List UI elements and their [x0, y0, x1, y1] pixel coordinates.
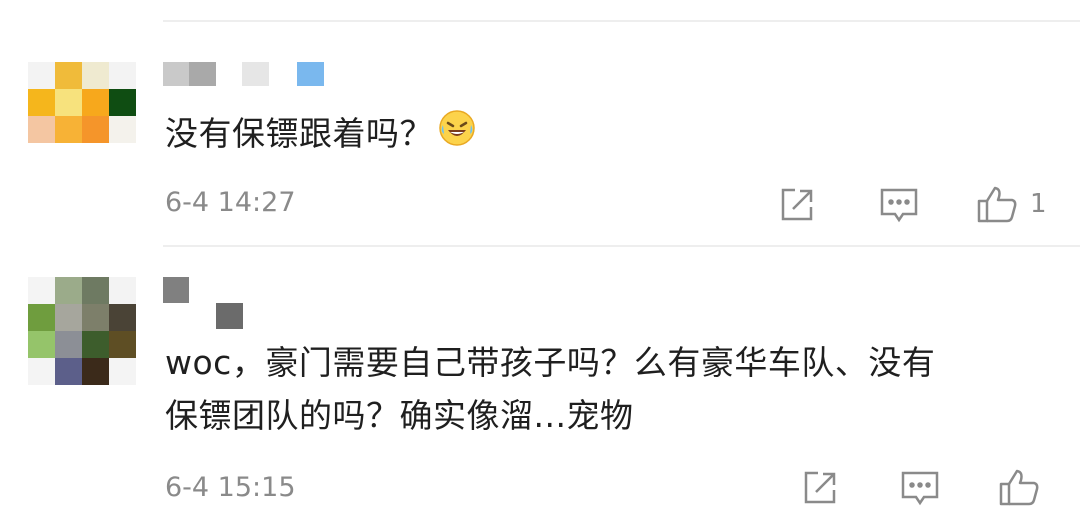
comment-body: 没有保镖跟着吗？ — [165, 114, 433, 153]
blur-block — [163, 277, 189, 303]
share-button[interactable] — [778, 186, 816, 224]
comment-icon — [879, 186, 919, 224]
avatar-pixel — [109, 304, 136, 331]
avatar-pixel — [82, 304, 109, 331]
avatar-pixel — [55, 304, 82, 331]
avatar-pixel — [109, 116, 136, 143]
comment-text: 没有保镖跟着吗？ — [165, 107, 477, 163]
reply-button[interactable] — [879, 186, 919, 224]
avatar-pixel — [109, 358, 136, 385]
comment-body-line-1: woc，豪门需要自己带孩子吗？么有豪华车队、没有 — [165, 343, 936, 382]
like-button[interactable] — [998, 467, 1040, 507]
avatar-pixel — [28, 62, 55, 89]
avatar-pixel — [82, 277, 109, 304]
laughing-crying-emoji-icon — [437, 108, 477, 163]
comment-timestamp: 6-4 15:15 — [165, 472, 296, 503]
avatar-pixel — [55, 89, 82, 116]
avatar-pixel — [82, 358, 109, 385]
avatar-pixel — [55, 116, 82, 143]
share-button[interactable] — [801, 469, 839, 507]
share-icon — [801, 469, 839, 507]
blur-block — [216, 303, 243, 329]
avatar-pixel — [55, 62, 82, 89]
like-count: 1 — [1030, 189, 1047, 219]
comment-body-line-2: 保镖团队的吗？确实像溜...宠物 — [165, 396, 634, 435]
avatar-pixel — [28, 304, 55, 331]
avatar-pixel — [28, 116, 55, 143]
avatar-pixel — [109, 331, 136, 358]
avatar-pixel — [55, 358, 82, 385]
blur-block — [242, 62, 269, 86]
thumbs-up-icon — [998, 467, 1040, 507]
blur-block — [163, 62, 189, 86]
avatar-pixel — [28, 89, 55, 116]
avatar-pixel — [28, 358, 55, 385]
blur-block — [297, 62, 324, 86]
like-button[interactable]: 1 — [976, 184, 1047, 224]
avatar[interactable] — [28, 277, 136, 385]
avatar-pixel — [82, 331, 109, 358]
thumbs-up-icon — [976, 184, 1018, 224]
comment-text: woc，豪门需要自己带孩子吗？么有豪华车队、没有 保镖团队的吗？确实像溜...宠… — [165, 336, 935, 442]
comment-divider — [163, 245, 1080, 247]
avatar-pixel — [28, 277, 55, 304]
avatar-pixel — [109, 62, 136, 89]
avatar-pixel — [109, 89, 136, 116]
avatar-pixel — [82, 89, 109, 116]
avatar-pixel — [82, 62, 109, 89]
top-divider — [163, 20, 1080, 22]
avatar-pixel — [109, 277, 136, 304]
comment-timestamp: 6-4 14:27 — [165, 187, 296, 218]
share-icon — [778, 186, 816, 224]
comment-icon — [900, 469, 940, 507]
avatar-pixel — [28, 331, 55, 358]
reply-button[interactable] — [900, 469, 940, 507]
blur-block — [189, 62, 216, 86]
avatar-pixel — [55, 331, 82, 358]
avatar[interactable] — [28, 62, 136, 143]
avatar-pixel — [55, 277, 82, 304]
avatar-pixel — [82, 116, 109, 143]
